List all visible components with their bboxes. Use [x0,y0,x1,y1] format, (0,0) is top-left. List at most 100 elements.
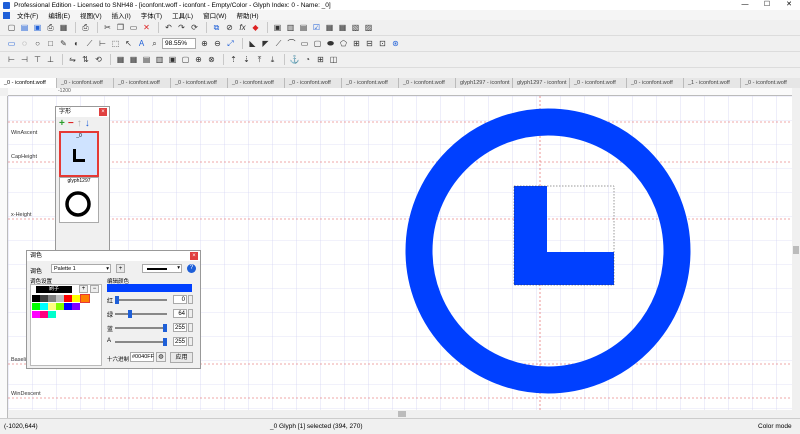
slider-track[interactable] [115,299,167,301]
channel-input[interactable]: 255 [173,337,187,346]
slider-knob[interactable] [128,310,132,318]
shape-roundrect-icon[interactable]: ▢ [312,38,323,49]
transform-tool-icon[interactable]: ⬚ [110,38,121,49]
glyph-window-icon[interactable]: ▣ [272,22,283,33]
layers-icon[interactable]: ▦ [324,22,335,33]
menu-insert[interactable]: 插入(I) [107,10,136,20]
color-swatch[interactable] [40,303,48,310]
zoom-in-icon[interactable]: ⊕ [199,38,210,49]
line-style-select[interactable]: ▾ [142,264,182,273]
intersect-icon[interactable]: ⊗ [206,54,217,65]
color-swatch[interactable] [40,311,48,318]
stepper[interactable] [188,309,193,318]
move-down-icon[interactable]: ⇣ [241,54,252,65]
zoom-level-input[interactable]: 98.55% [162,38,196,49]
distribute-icon[interactable]: ⊞ [315,54,326,65]
color-swatch[interactable] [40,295,48,302]
undo-icon[interactable]: ↶ [163,22,174,33]
color-swatch[interactable] [56,295,64,302]
align-right-icon[interactable]: ⊤ [32,54,43,65]
grid-icon[interactable]: ⊞ [351,38,362,49]
color-swatch[interactable] [32,311,40,318]
maximize-button[interactable]: ☐ [756,0,778,10]
color-swatch[interactable] [72,295,80,302]
glyph-horizontal-bar[interactable] [514,252,614,285]
metrics-window-icon[interactable]: ▥ [285,22,296,33]
tab-document[interactable]: _0 - iconfont.woff [570,78,627,88]
ellipse-tool-icon[interactable]: ○ [32,38,43,49]
redo-icon[interactable]: ↷ [176,22,187,33]
copy-icon[interactable]: ❐ [115,22,126,33]
tab-document[interactable]: _0 - iconfont.woff [627,78,684,88]
scroll-thumb[interactable] [398,411,406,417]
menu-help[interactable]: 帮助(H) [232,10,264,20]
color-swatch[interactable] [64,303,72,310]
tab-document[interactable]: _0 - iconfont.woff [0,78,57,88]
slider-knob[interactable] [115,296,119,304]
pointer-icon[interactable]: ↖ [123,38,134,49]
tab-document[interactable]: _0 - iconfont.woff [57,78,114,88]
horizontal-ruler[interactable]: -1200 [8,88,792,96]
refresh-icon[interactable]: ⟳ [189,22,200,33]
node-smooth-icon[interactable]: ◤ [260,38,271,49]
glyph-cell[interactable]: _0 [59,131,99,177]
remove-icon[interactable]: − [68,118,74,129]
tab-document[interactable]: _0 - iconfont.woff [342,78,399,88]
tab-document[interactable]: _0 - iconfont.woff [741,78,800,88]
delete-icon[interactable]: ✕ [141,22,152,33]
zoom-tool-icon[interactable]: ⌕ [149,38,160,49]
unlink-icon[interactable]: ⊘ [224,22,235,33]
close-button[interactable]: ✕ [778,0,800,10]
close-icon[interactable]: × [190,252,198,260]
send-back-icon[interactable]: ⤓ [267,54,278,65]
vertical-ruler[interactable] [0,96,8,418]
link-icon[interactable]: ⧉ [211,22,222,33]
eyedropper-icon[interactable]: ◍ [156,352,166,362]
measure-tool-icon[interactable]: ⊢ [97,38,108,49]
text-tool-icon[interactable]: A [136,38,147,49]
hex-input[interactable]: #0040FF [130,352,154,362]
align-top-icon[interactable]: ⊥ [45,54,56,65]
tab-document[interactable]: _0 - iconfont.woff [171,78,228,88]
stepper[interactable] [188,295,193,304]
slider-track[interactable] [115,341,167,343]
color-swatch[interactable] [56,303,64,310]
list-view-icon[interactable]: ▤ [141,54,152,65]
rotate-icon[interactable]: ⟲ [93,54,104,65]
detail-view-icon[interactable]: ▥ [154,54,165,65]
table-view-icon[interactable]: ▦ [115,54,126,65]
scroll-thumb[interactable] [793,246,799,254]
palette-add-button[interactable]: + [116,264,125,273]
print-icon[interactable]: ⎙ [80,22,91,33]
paste-icon[interactable]: ▭ [128,22,139,33]
knife-tool-icon[interactable]: ⟋ [84,38,95,49]
swatch-add-button[interactable]: + [79,285,88,293]
align-left-icon[interactable]: ⊢ [6,54,17,65]
slider-knob[interactable] [163,324,167,332]
node-curve-icon[interactable]: ⌒ [286,38,297,49]
apply-button[interactable]: 应用 [170,352,193,363]
add-icon[interactable]: + [59,118,65,129]
lasso-icon[interactable]: ◌ [19,38,30,49]
save-icon[interactable]: ▣ [32,22,43,33]
ungroup-icon[interactable]: ▢ [180,54,191,65]
table-icon[interactable]: ▦ [337,22,348,33]
tab-document[interactable]: glyph1297 - iconfont [456,78,513,88]
cut-icon[interactable]: ✂ [102,22,113,33]
menu-window[interactable]: 窗口(W) [198,10,231,20]
swatch-remove-button[interactable]: − [90,285,99,293]
move-down-icon[interactable]: ↓ [85,118,90,129]
guides-icon[interactable]: ⊡ [377,38,388,49]
slider-track[interactable] [115,327,167,329]
color-swatch[interactable] [48,311,56,318]
menu-tools[interactable]: 工具(L) [167,10,198,20]
tab-document[interactable]: _0 - iconfont.woff [399,78,456,88]
menu-font[interactable]: 字体(T) [136,10,167,20]
blend-icon[interactable]: ◔ [302,54,313,65]
menu-edit[interactable]: 编辑(E) [43,10,75,20]
font-window-icon[interactable]: ▤ [298,22,309,33]
validate-icon[interactable]: ☑ [311,22,322,33]
shape-star-icon[interactable]: ⬠ [338,38,349,49]
align-center-icon[interactable]: ⊣ [19,54,30,65]
select-rect-icon[interactable]: ▭ [6,38,17,49]
